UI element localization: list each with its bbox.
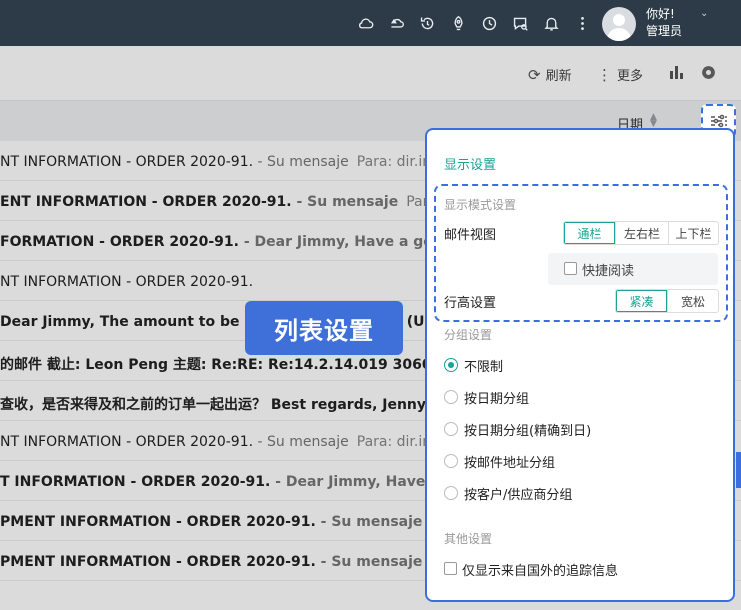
- other-settings-label: 其他设置: [444, 532, 493, 546]
- group-option-address[interactable]: 按邮件地址分组: [464, 452, 555, 471]
- quick-read-label[interactable]: 快捷阅读: [582, 260, 634, 279]
- header-icon-bar: [355, 0, 603, 46]
- cloud-icon[interactable]: [355, 13, 375, 33]
- foreign-tracking-label[interactable]: 仅显示来自国外的追踪信息: [462, 560, 618, 579]
- rocket-icon[interactable]: [448, 13, 468, 33]
- group-option-date[interactable]: 按日期分组: [464, 388, 529, 407]
- mail-view-option-left-right[interactable]: 左右栏: [615, 222, 668, 244]
- top-header: 你好! 管理员 ⌄: [0, 0, 741, 46]
- user-role: 管理员: [646, 24, 683, 38]
- group-option-date-day[interactable]: 按日期分组(精确到日): [464, 420, 591, 439]
- display-settings-panel: 显示设置 显示模式设置 邮件视图 通栏 左右栏 上下栏 快捷阅读 行高设置 紧凑…: [425, 128, 735, 602]
- more-vertical-icon[interactable]: [572, 13, 592, 33]
- cloud-sync-icon[interactable]: [386, 13, 406, 33]
- side-expand-tab[interactable]: [736, 452, 741, 488]
- group-radio-address[interactable]: [444, 454, 458, 468]
- mail-view-option-top-bottom[interactable]: 上下栏: [668, 222, 718, 244]
- list-settings-callout: 列表设置: [245, 301, 403, 355]
- chevron-down-icon[interactable]: ⌄: [700, 8, 708, 19]
- panel-title: 显示设置: [444, 158, 497, 173]
- chat-search-icon[interactable]: [510, 13, 530, 33]
- quick-read-row: 快捷阅读: [548, 253, 718, 285]
- group-option-customer[interactable]: 按客户/供应商分组: [464, 484, 572, 503]
- display-mode-section: 显示模式设置 邮件视图 通栏 左右栏 上下栏 快捷阅读 行高设置 紧凑 宽松: [434, 184, 728, 322]
- user-greeting: 你好!: [646, 7, 675, 21]
- group-settings-label: 分组设置: [444, 328, 493, 342]
- row-height-selector: 紧凑 宽松: [615, 289, 719, 313]
- group-option-none[interactable]: 不限制: [464, 356, 503, 375]
- mail-view-option-full[interactable]: 通栏: [564, 222, 615, 244]
- mail-view-label: 邮件视图: [444, 228, 497, 243]
- bell-icon[interactable]: [541, 13, 561, 33]
- group-radio-date-day[interactable]: [444, 422, 458, 436]
- group-radio-none[interactable]: [444, 358, 458, 372]
- row-height-option-compact[interactable]: 紧凑: [616, 290, 667, 312]
- foreign-tracking-checkbox[interactable]: [444, 562, 457, 575]
- group-radio-customer[interactable]: [444, 486, 458, 500]
- history-icon[interactable]: [417, 13, 437, 33]
- clock-icon[interactable]: [479, 13, 499, 33]
- group-radio-date[interactable]: [444, 390, 458, 404]
- avatar[interactable]: [602, 7, 636, 41]
- quick-read-checkbox[interactable]: [564, 262, 577, 275]
- display-mode-label: 显示模式设置: [444, 198, 517, 212]
- row-height-option-loose[interactable]: 宽松: [667, 290, 718, 312]
- sliders-icon: [710, 114, 727, 128]
- mail-view-selector: 通栏 左右栏 上下栏: [563, 221, 719, 245]
- row-height-label: 行高设置: [444, 296, 497, 311]
